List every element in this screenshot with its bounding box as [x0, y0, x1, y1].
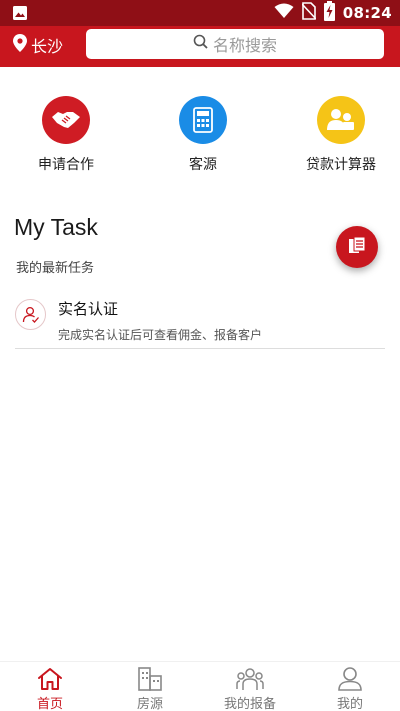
city-name: 长沙	[31, 37, 64, 56]
quick-customers[interactable]: 客源	[143, 96, 263, 176]
quick-loan-calculator[interactable]: 贷款计算器	[281, 96, 400, 176]
quick-apply-cooperation[interactable]: 申请合作	[6, 96, 126, 176]
nav-label: 我的报备	[223, 697, 276, 711]
app-screen: 08:24 长沙 名称搜索 申请合作 客源 贷款计算器 My Task 我的最新…	[0, 0, 400, 711]
nav-listings[interactable]: 房源	[100, 666, 200, 711]
home-icon	[36, 666, 64, 692]
nav-label: 首页	[36, 697, 63, 711]
battery-charging-icon	[323, 1, 335, 25]
wifi-icon	[274, 3, 294, 23]
building-icon	[136, 666, 164, 692]
task-section-title: My Task	[14, 214, 98, 240]
calculator-icon	[179, 96, 227, 144]
top-header: 长沙 名称搜索	[0, 26, 400, 67]
task-section-subtitle: 我的最新任务	[16, 261, 95, 276]
user-icon	[336, 666, 364, 692]
nav-label: 房源	[136, 697, 163, 711]
city-selector[interactable]: 长沙	[13, 33, 63, 57]
task-name: 实名认证	[58, 300, 119, 318]
floating-action-button[interactable]	[336, 226, 378, 268]
search-placeholder: 名称搜索	[212, 36, 277, 55]
nav-label: 我的	[336, 697, 363, 711]
group-icon	[236, 666, 264, 692]
image-icon	[12, 5, 28, 21]
nav-mine[interactable]: 我的	[300, 666, 400, 711]
quick-label: 贷款计算器	[306, 157, 376, 173]
search-input[interactable]: 名称搜索	[86, 29, 384, 59]
handshake-icon	[42, 96, 90, 144]
no-sim-icon	[301, 2, 317, 24]
nav-my-reports[interactable]: 我的报备	[200, 666, 300, 711]
nav-home[interactable]: 首页	[0, 666, 100, 711]
bottom-navigation: 首页 房源 我的报备 我的	[0, 661, 400, 711]
task-item-realname-verification[interactable]: 实名认证 完成实名认证后可查看佣金、报备客户	[15, 292, 385, 349]
document-icon	[347, 235, 367, 259]
quick-label: 申请合作	[38, 157, 94, 173]
status-bar: 08:24	[0, 0, 400, 26]
location-pin-icon	[13, 34, 27, 56]
quick-label: 客源	[189, 157, 217, 173]
search-icon	[193, 34, 209, 54]
user-verify-icon	[15, 299, 46, 330]
quick-entries: 申请合作 客源 贷款计算器	[0, 96, 400, 176]
people-icon	[317, 96, 365, 144]
task-description: 完成实名认证后可查看佣金、报备客户	[58, 328, 263, 342]
status-time: 08:24	[342, 4, 392, 22]
